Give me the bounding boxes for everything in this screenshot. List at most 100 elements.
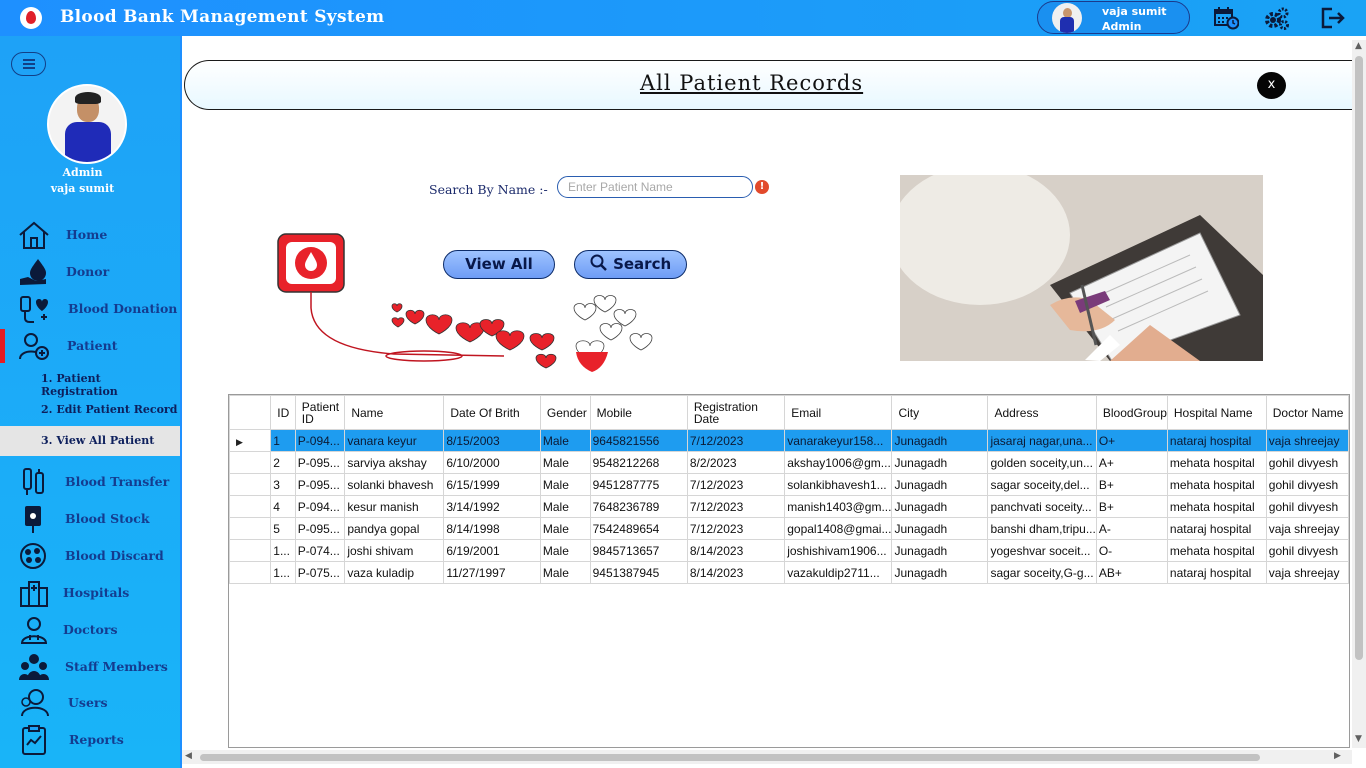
table-cell[interactable]: Junagadh [891, 451, 989, 474]
scroll-right-icon[interactable]: ▶ [1334, 751, 1341, 761]
table-cell[interactable]: P-094... [294, 495, 346, 518]
table-cell[interactable]: vanarakeyur158... [784, 429, 893, 452]
table-cell[interactable]: Male [539, 429, 591, 452]
settings-gears-icon[interactable] [1264, 6, 1290, 30]
table-cell[interactable]: Male [539, 517, 591, 540]
table-cell[interactable]: jasaraj nagar,una... [987, 429, 1097, 452]
table-cell[interactable]: sagar soceity,del... [987, 473, 1097, 496]
sidebar-item-users[interactable]: Users [0, 686, 180, 720]
table-cell[interactable]: mehata hospital [1166, 495, 1267, 518]
table-row[interactable]: 1... P-075... vaza kuladip 11/27/1997 Male 94… [228, 561, 1350, 584]
table-cell[interactable]: P-094... [294, 429, 346, 452]
table-cell[interactable]: panchvati soceity... [987, 495, 1097, 518]
row-selector[interactable] [228, 495, 272, 518]
user-profile-pill[interactable]: vaja sumit Admin [1037, 1, 1190, 34]
table-cell[interactable]: 9645821556 [589, 429, 688, 452]
table-cell[interactable]: joshi shivam [344, 539, 445, 562]
column-header[interactable]: Date Of Brith [443, 395, 541, 430]
row-selector[interactable] [228, 539, 272, 562]
scroll-down-icon[interactable]: ▼ [1355, 734, 1362, 744]
table-cell[interactable]: Junagadh [891, 517, 989, 540]
column-header[interactable]: Registration Date [686, 395, 786, 430]
column-header[interactable]: City [891, 395, 989, 430]
table-row[interactable]: 4 P-094... kesur manish 3/14/1992 Male 764823… [228, 495, 1350, 518]
column-header[interactable]: Doctor Name [1265, 395, 1350, 430]
table-cell[interactable]: P-095... [294, 473, 346, 496]
table-cell[interactable]: gohil divyesh [1265, 539, 1350, 562]
close-button[interactable]: x [1257, 72, 1286, 99]
sidebar-item-home[interactable]: Home [0, 218, 180, 252]
table-cell[interactable]: yogeshvar soceit... [987, 539, 1097, 562]
column-header[interactable]: ID [270, 395, 296, 430]
table-cell[interactable]: 7/12/2023 [686, 429, 786, 452]
table-cell[interactable]: O+ [1095, 429, 1168, 452]
table-cell[interactable]: 8/15/2003 [443, 429, 541, 452]
table-cell[interactable]: Male [539, 473, 591, 496]
table-cell[interactable]: gohil divyesh [1265, 495, 1350, 518]
table-cell[interactable]: 9451387945 [589, 561, 688, 584]
sidebar-item-reports[interactable]: Reports [0, 723, 180, 757]
column-header[interactable]: Patient ID [294, 395, 346, 430]
table-cell[interactable]: golden soceity,un... [987, 451, 1097, 474]
table-cell[interactable]: 3 [270, 473, 296, 496]
table-cell[interactable]: vaja shreejay [1265, 561, 1350, 584]
table-cell[interactable]: 5 [270, 517, 296, 540]
sidebar-item-staff-members[interactable]: Staff Members [0, 650, 180, 684]
table-cell[interactable]: 7/12/2023 [686, 495, 786, 518]
table-row[interactable]: 2 P-095... sarviya akshay 6/10/2000 Male 9548… [228, 451, 1350, 474]
table-cell[interactable]: vanara keyur [344, 429, 445, 452]
table-cell[interactable]: 2 [270, 451, 296, 474]
table-cell[interactable]: gohil divyesh [1265, 473, 1350, 496]
table-cell[interactable]: manish1403@gm... [784, 495, 893, 518]
table-cell[interactable]: B+ [1095, 495, 1168, 518]
table-cell[interactable]: 1 [270, 429, 296, 452]
table-cell[interactable]: 6/10/2000 [443, 451, 541, 474]
table-cell[interactable]: mehata hospital [1166, 451, 1267, 474]
table-cell[interactable]: joshishivam1906... [784, 539, 893, 562]
sidebar-item-patient[interactable]: Patient [0, 329, 180, 363]
vertical-scroll-thumb[interactable] [1355, 56, 1363, 660]
table-cell[interactable]: 8/14/2023 [686, 561, 786, 584]
table-cell[interactable]: 1... [270, 539, 296, 562]
table-cell[interactable]: Male [539, 451, 591, 474]
table-cell[interactable]: 9845713657 [589, 539, 688, 562]
table-cell[interactable]: pandya gopal [344, 517, 445, 540]
table-cell[interactable]: 1... [270, 561, 296, 584]
table-cell[interactable]: Male [539, 539, 591, 562]
table-cell[interactable]: 7/12/2023 [686, 517, 786, 540]
table-cell[interactable]: O- [1095, 539, 1168, 562]
sidebar-item-blood-discard[interactable]: Blood Discard [0, 539, 180, 573]
logout-icon[interactable] [1320, 6, 1346, 30]
table-cell[interactable]: nataraj hospital [1166, 517, 1267, 540]
table-cell[interactable]: gopal1408@gmai... [784, 517, 893, 540]
table-cell[interactable]: nataraj hospital [1166, 561, 1267, 584]
table-row[interactable]: 3 P-095... solanki bhavesh 6/15/1999 Male 945… [228, 473, 1350, 496]
table-cell[interactable]: 6/19/2001 [443, 539, 541, 562]
table-cell[interactable]: 6/15/1999 [443, 473, 541, 496]
table-row[interactable]: ▶ 1 P-094... vanara keyur 8/15/2003 Male 96458… [228, 429, 1350, 452]
row-selector[interactable] [228, 473, 272, 496]
table-cell[interactable]: Junagadh [891, 473, 989, 496]
sidebar-item-hospitals[interactable]: Hospitals [0, 576, 180, 610]
table-row[interactable]: 1... P-074... joshi shivam 6/19/2001 Male 984… [228, 539, 1350, 562]
table-cell[interactable]: 7648236789 [589, 495, 688, 518]
table-cell[interactable]: Male [539, 561, 591, 584]
table-cell[interactable]: A- [1095, 517, 1168, 540]
table-cell[interactable]: 8/2/2023 [686, 451, 786, 474]
horizontal-scrollbar[interactable]: ◀ ▶ [182, 750, 1352, 764]
row-selector[interactable]: ▶ [228, 429, 272, 452]
calendar-clock-icon[interactable] [1213, 6, 1239, 30]
table-row[interactable]: 5 P-095... pandya gopal 8/14/1998 Male 754248… [228, 517, 1350, 540]
table-cell[interactable]: kesur manish [344, 495, 445, 518]
column-header[interactable]: Gender [539, 395, 591, 430]
table-cell[interactable]: mehata hospital [1166, 539, 1267, 562]
column-header[interactable]: Mobile [589, 395, 688, 430]
table-cell[interactable]: solankibhavesh1... [784, 473, 893, 496]
menu-toggle-button[interactable] [11, 52, 46, 76]
table-cell[interactable]: P-074... [294, 539, 346, 562]
table-cell[interactable]: 9451287775 [589, 473, 688, 496]
table-cell[interactable]: P-095... [294, 451, 346, 474]
table-cell[interactable]: AB+ [1095, 561, 1168, 584]
sidebar-item-blood-donation[interactable]: Blood Donation [0, 292, 180, 326]
table-cell[interactable]: vaja shreejay [1265, 517, 1350, 540]
